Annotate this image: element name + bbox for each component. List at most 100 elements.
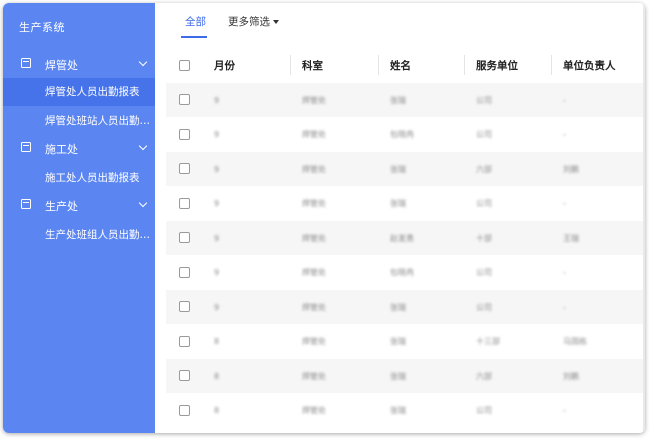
menu-group-label: 焊管处 xyxy=(45,59,78,72)
cell-unit-leader: - xyxy=(563,199,566,208)
row-checkbox[interactable] xyxy=(179,404,190,416)
main-content: 全部 更多筛选 月份 科室 姓名 服务单位 单位负责人 9 焊管处 张瑞 公司 -9 焊管… xyxy=(155,3,645,433)
row-checkbox[interactable] xyxy=(179,335,190,347)
chevron-down-icon xyxy=(138,198,148,208)
cell-unit-leader: - xyxy=(563,95,566,105)
cell-name: 赵发勇 xyxy=(390,233,414,243)
sidebar: 生产系统 焊管处 焊管处人员出勤报表 焊管处班站人员出勤报表 施工处 施工处人员… xyxy=(3,3,155,433)
cell-unit-leader: 马国栋 xyxy=(563,337,587,346)
row-checkbox[interactable] xyxy=(179,370,190,381)
menu-item-shengchan-team-attendance[interactable]: 生产处班组人员出勤报表 xyxy=(3,221,155,249)
menu-group-hanguan[interactable]: 焊管处 xyxy=(3,50,155,78)
cell-service-unit: 公司 xyxy=(476,199,492,208)
cell-unit-leader: - xyxy=(563,406,566,415)
row-checkbox[interactable] xyxy=(179,301,190,312)
cell-department: 焊管处 xyxy=(302,337,326,346)
cell-department: 焊管处 xyxy=(302,371,326,381)
box-icon xyxy=(21,58,31,68)
menu-group-shengchan[interactable]: 生产处 xyxy=(3,191,155,219)
menu-item-hanguan-attendance[interactable]: 焊管处人员出勤报表 xyxy=(3,78,155,106)
cell-name: 包晓冉 xyxy=(390,268,414,277)
cell-name: 张瑞 xyxy=(390,95,406,105)
cell-unit-leader: 刘鹏 xyxy=(563,371,579,381)
box-icon xyxy=(21,199,31,209)
cell-service-unit: 十部 xyxy=(476,233,492,243)
table-row: 8 焊管处 张瑞 十三部 马国栋 xyxy=(166,324,645,359)
scroll-edge xyxy=(643,3,645,433)
cell-department: 焊管处 xyxy=(302,406,326,415)
table-row: 9 焊管处 张瑞 公司 - xyxy=(166,290,645,324)
cell-month: 9 xyxy=(214,199,220,208)
box-icon xyxy=(21,142,31,152)
row-checkbox[interactable] xyxy=(179,163,190,174)
cell-month: 9 xyxy=(214,130,220,139)
column-divider xyxy=(290,55,291,75)
header-name[interactable]: 姓名 xyxy=(390,47,411,83)
header-department[interactable]: 科室 xyxy=(302,47,323,83)
cell-service-unit: 公司 xyxy=(476,302,492,312)
chevron-down-icon xyxy=(138,141,148,151)
table-row: 8 焊管处 张瑞 六部 刘鹏 xyxy=(166,359,645,393)
menu-group-label: 生产处 xyxy=(45,200,78,213)
cell-name: 张瑞 xyxy=(390,164,406,174)
row-checkbox[interactable] xyxy=(179,94,190,105)
cell-department: 焊管处 xyxy=(302,164,326,174)
cell-department: 焊管处 xyxy=(302,268,326,277)
cell-month: 8 xyxy=(214,337,220,346)
header-month[interactable]: 月份 xyxy=(214,47,235,83)
row-checkbox[interactable] xyxy=(179,197,190,209)
menu-group-label: 施工处 xyxy=(45,143,78,156)
cell-name: 张瑞 xyxy=(390,199,406,208)
select-all-checkbox[interactable] xyxy=(179,60,190,71)
cell-department: 焊管处 xyxy=(302,199,326,208)
caret-down-icon xyxy=(273,20,279,24)
row-checkbox[interactable] xyxy=(179,128,190,140)
menu-item-hanguan-station-attendance[interactable]: 焊管处班站人员出勤报表 xyxy=(3,107,155,135)
cell-service-unit: 公司 xyxy=(476,95,492,105)
tab-all[interactable]: 全部 xyxy=(185,14,206,29)
cell-month: 8 xyxy=(214,406,220,415)
app-brand: 生产系统 xyxy=(19,21,65,34)
cell-month: 8 xyxy=(214,371,220,381)
cell-name: 张瑞 xyxy=(390,337,406,346)
table-row: 9 焊管处 张瑞 公司 - xyxy=(166,83,645,117)
table-row: 9 焊管处 包晓冉 公司 - xyxy=(166,255,645,290)
cell-month: 9 xyxy=(214,302,220,312)
cell-month: 9 xyxy=(214,233,220,243)
cell-service-unit: 六部 xyxy=(476,371,492,381)
cell-unit-leader: - xyxy=(563,130,566,139)
cell-unit-leader: - xyxy=(563,268,566,277)
cell-month: 9 xyxy=(214,164,220,174)
cell-department: 焊管处 xyxy=(302,233,326,243)
app-window: 生产系统 焊管处 焊管处人员出勤报表 焊管处班站人员出勤报表 施工处 施工处人员… xyxy=(3,3,645,433)
cell-unit-leader: - xyxy=(563,302,566,312)
table-row: 8 焊管处 张瑞 公司 - xyxy=(166,393,645,428)
row-checkbox[interactable] xyxy=(179,232,190,243)
chevron-down-icon xyxy=(138,57,148,67)
header-service-unit[interactable]: 服务单位 xyxy=(476,47,518,83)
row-checkbox[interactable] xyxy=(179,266,190,278)
menu-group-shigong[interactable]: 施工处 xyxy=(3,134,155,162)
cell-unit-leader: 王瑞 xyxy=(563,233,579,243)
cell-unit-leader: 刘鹏 xyxy=(563,164,579,174)
column-divider xyxy=(551,55,552,75)
table-row: 9 焊管处 张瑞 六部 刘鹏 xyxy=(166,152,645,186)
cell-service-unit: 十三部 xyxy=(476,337,500,346)
cell-department: 焊管处 xyxy=(302,302,326,312)
cell-department: 焊管处 xyxy=(302,95,326,105)
cell-month: 9 xyxy=(214,268,220,277)
cell-department: 焊管处 xyxy=(302,130,326,139)
tab-more-filters[interactable]: 更多筛选 xyxy=(228,14,279,29)
cell-name: 张瑞 xyxy=(390,406,406,415)
cell-name: 张瑞 xyxy=(390,371,406,381)
table-row: 9 焊管处 赵发勇 十部 王瑞 xyxy=(166,221,645,255)
header-unit-leader[interactable]: 单位负责人 xyxy=(563,47,616,83)
filter-tabs: 全部 更多筛选 xyxy=(155,3,645,39)
column-divider xyxy=(378,55,379,75)
cell-service-unit: 公司 xyxy=(476,268,492,277)
cell-month: 9 xyxy=(214,95,220,105)
cell-name: 张瑞 xyxy=(390,302,406,312)
menu-item-shigong-attendance[interactable]: 施工处人员出勤报表 xyxy=(3,164,155,192)
table-header-row: 月份 科室 姓名 服务单位 单位负责人 xyxy=(166,47,645,84)
table-row: 9 焊管处 张瑞 公司 - xyxy=(166,186,645,221)
